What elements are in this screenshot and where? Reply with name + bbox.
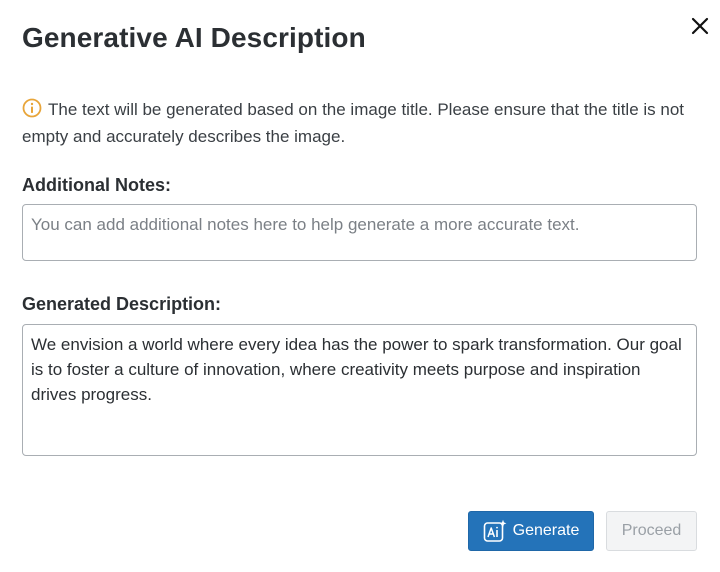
dialog-title: Generative AI Description	[22, 22, 366, 53]
ai-sparkle-icon	[483, 519, 507, 542]
generate-button[interactable]: Generate	[468, 511, 594, 551]
info-message: The text will be generated based on the …	[22, 96, 692, 150]
close-icon	[691, 17, 709, 35]
generate-button-label: Generate	[512, 522, 580, 539]
close-button[interactable]	[686, 12, 714, 40]
generative-ai-dialog: Generative AI Description The text will …	[0, 0, 720, 572]
proceed-button[interactable]: Proceed	[606, 511, 697, 551]
additional-notes-input[interactable]	[22, 204, 697, 261]
info-icon	[22, 98, 42, 118]
additional-notes-label: Additional Notes:	[22, 175, 171, 195]
generated-description-textarea[interactable]: We envision a world where every idea has…	[22, 324, 697, 456]
generated-description-label: Generated Description:	[22, 294, 222, 314]
proceed-button-label: Proceed	[621, 522, 682, 539]
info-text: The text will be generated based on the …	[22, 100, 684, 146]
